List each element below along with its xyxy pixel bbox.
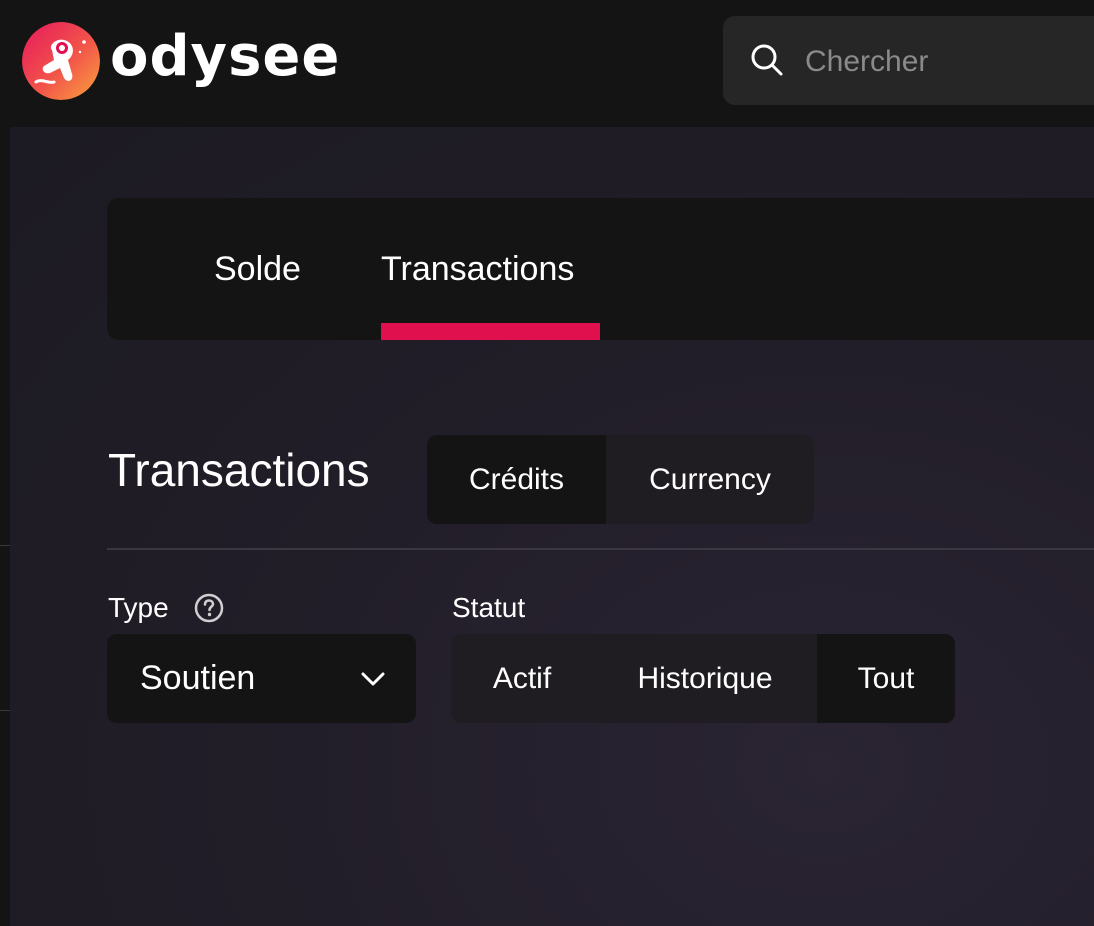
credits-button[interactable]: Crédits: [427, 435, 606, 524]
help-circle-icon[interactable]: [193, 592, 225, 624]
sidebar-divider: [0, 710, 10, 711]
tab-solde[interactable]: Solde: [214, 198, 301, 340]
brand-name: odysee: [110, 24, 341, 89]
section-divider: [107, 548, 1094, 550]
type-dropdown[interactable]: Soutien: [107, 634, 416, 723]
status-actif-button[interactable]: Actif: [451, 634, 593, 723]
search-box[interactable]: [723, 16, 1094, 107]
currency-button[interactable]: Currency: [606, 435, 814, 524]
status-historique-button[interactable]: Historique: [593, 634, 817, 723]
section-title: Transactions: [108, 444, 370, 496]
status-filter-group: Actif Historique Tout: [451, 634, 955, 723]
tab-transactions[interactable]: Transactions: [381, 198, 574, 340]
chevron-down-icon: [361, 672, 385, 686]
type-selected-value: Soutien: [140, 659, 256, 697]
page: odysee Solde Transactions Transactions C…: [0, 0, 1094, 926]
sidebar-divider: [0, 545, 10, 546]
top-header: odysee: [0, 0, 1094, 127]
odysee-logo[interactable]: odysee: [22, 22, 340, 100]
status-tout-button[interactable]: Tout: [817, 634, 955, 723]
currency-toggle: Crédits Currency: [427, 435, 814, 524]
wallet-main-content: Solde Transactions Transactions Crédits …: [10, 127, 1094, 926]
search-input[interactable]: [803, 16, 1094, 107]
status-label: Statut: [452, 592, 526, 623]
search-icon: [751, 44, 783, 76]
odysee-astronaut-logo-icon: [22, 22, 100, 100]
active-tab-indicator: [381, 323, 600, 340]
type-label: Type: [108, 592, 169, 623]
wallet-tabs: Solde Transactions: [107, 198, 1094, 340]
left-sidebar-edge: [0, 127, 10, 926]
